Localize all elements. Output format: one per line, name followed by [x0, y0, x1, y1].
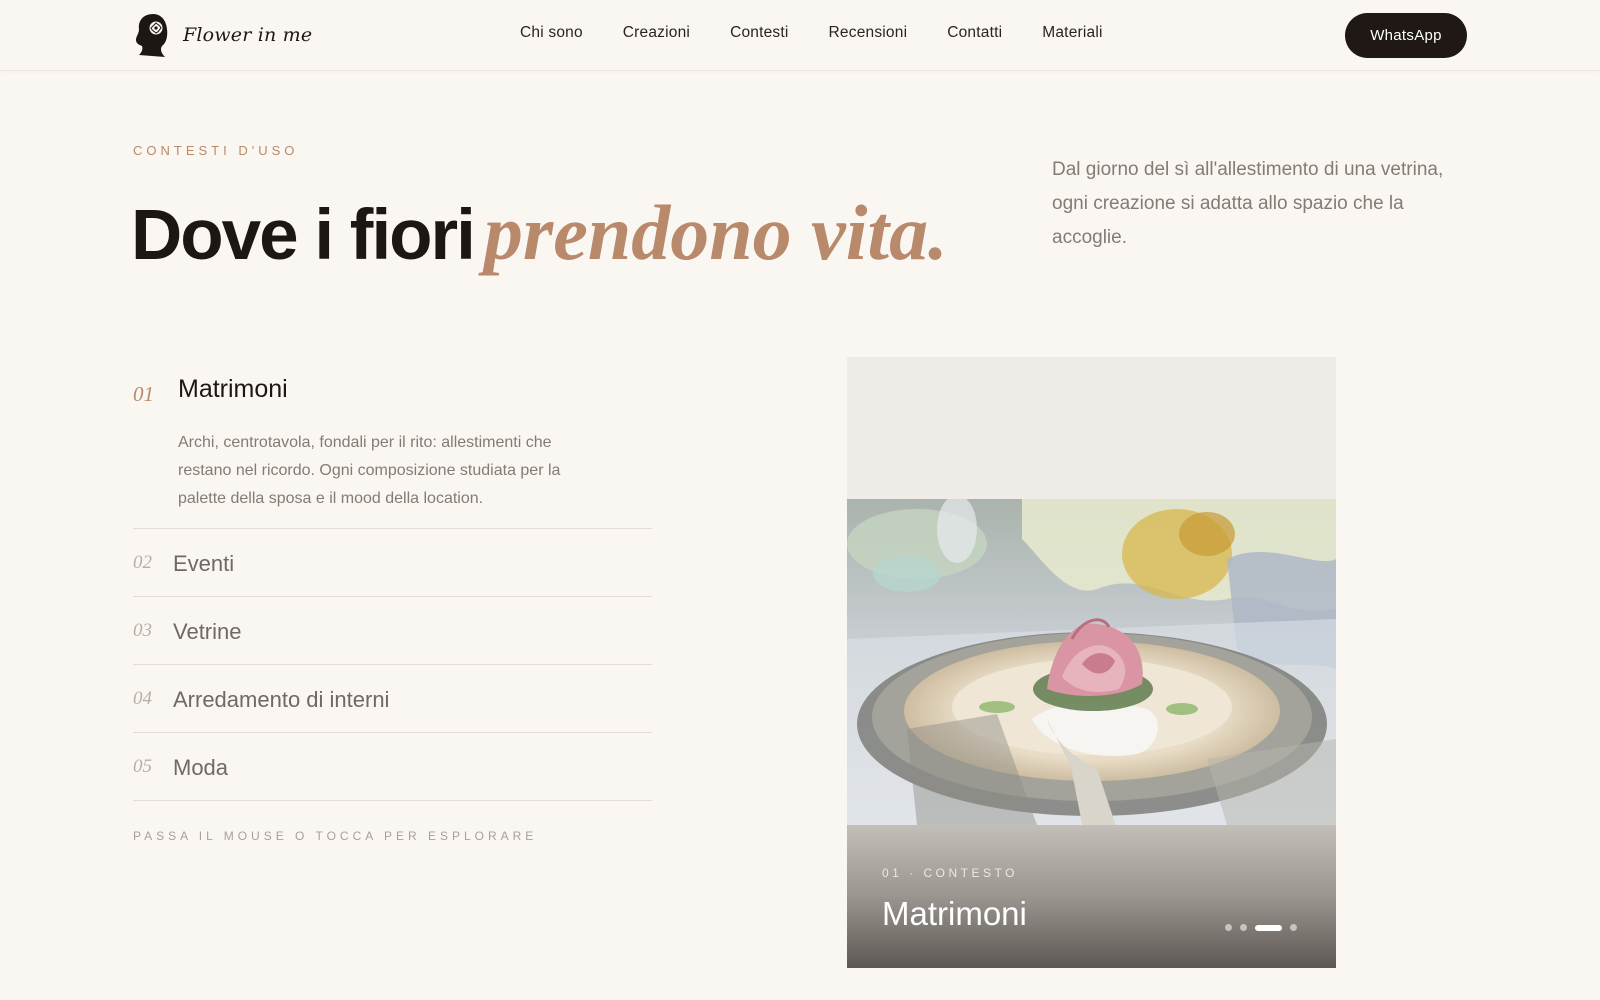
- card-caption: 01 · CONTESTO Matrimoni: [847, 825, 1336, 968]
- headline-accent: prendono vita.: [483, 189, 948, 276]
- nav-link-materiali[interactable]: Materiali: [1042, 24, 1102, 42]
- context-item-arredamento[interactable]: 04 Arredamento di interni: [133, 665, 652, 733]
- carousel-dot[interactable]: [1240, 924, 1247, 931]
- context-title: Vetrine: [173, 619, 242, 644]
- carousel-dot[interactable]: [1225, 924, 1232, 931]
- card-title: Matrimoni: [882, 895, 1027, 932]
- context-item-eventi[interactable]: 02 Eventi: [133, 529, 652, 597]
- carousel-dot-active[interactable]: [1255, 924, 1282, 931]
- whatsapp-button[interactable]: WhatsApp: [1345, 13, 1467, 58]
- brand-name: Flower in me: [183, 24, 313, 46]
- context-feature-card: 01 · CONTESTO Matrimoni: [847, 357, 1336, 968]
- nav-link-contesti[interactable]: Contesti: [730, 24, 788, 42]
- nav-link-creazioni[interactable]: Creazioni: [623, 24, 690, 42]
- context-title: Eventi: [173, 551, 235, 576]
- context-number: 04: [133, 688, 152, 709]
- carousel-dot[interactable]: [1290, 924, 1297, 931]
- section-eyebrow: CONTESTI D'USO: [133, 143, 299, 158]
- context-number: 01: [133, 382, 154, 406]
- table-setting-image: [847, 499, 1336, 825]
- context-number: 02: [133, 552, 152, 573]
- headline-plain: Dove i fiori: [131, 196, 476, 275]
- context-number: 03: [133, 620, 152, 641]
- context-title: Matrimoni: [178, 375, 288, 403]
- nav-link-recensioni[interactable]: Recensioni: [829, 24, 908, 42]
- nav-link-chi-sono[interactable]: Chi sono: [520, 24, 583, 42]
- woman-silhouette-logo-icon: [136, 14, 168, 57]
- section-headline: Dove i fiori prendono vita.: [131, 188, 948, 278]
- context-title: Moda: [173, 755, 229, 780]
- context-list: 01 Matrimoni Archi, centrotavola, fondal…: [133, 357, 652, 801]
- context-item-moda[interactable]: 05 Moda: [133, 733, 652, 801]
- brand-logo[interactable]: Flower in me: [133, 11, 312, 59]
- card-tag: 01 · CONTESTO: [882, 866, 1018, 880]
- context-item-vetrine[interactable]: 03 Vetrine: [133, 597, 652, 665]
- context-title: Arredamento di interni: [173, 687, 390, 712]
- main-nav: Chi sono Creazioni Contesti Recensioni C…: [520, 24, 1103, 42]
- context-item-matrimoni[interactable]: 01 Matrimoni Archi, centrotavola, fondal…: [133, 357, 652, 529]
- site-header: Flower in me Chi sono Creazioni Contesti…: [0, 0, 1600, 71]
- nav-link-contatti[interactable]: Contatti: [947, 24, 1002, 42]
- context-number: 05: [133, 756, 152, 777]
- context-photo: [847, 499, 1336, 825]
- explore-hint: PASSA IL MOUSE O TOCCA PER ESPLORARE: [133, 829, 538, 843]
- carousel-dots: [1225, 924, 1297, 931]
- context-description: Archi, centrotavola, fondali per il rito…: [178, 434, 561, 507]
- section-intro: Dal giorno del sì all'allestimento di un…: [1052, 159, 1444, 248]
